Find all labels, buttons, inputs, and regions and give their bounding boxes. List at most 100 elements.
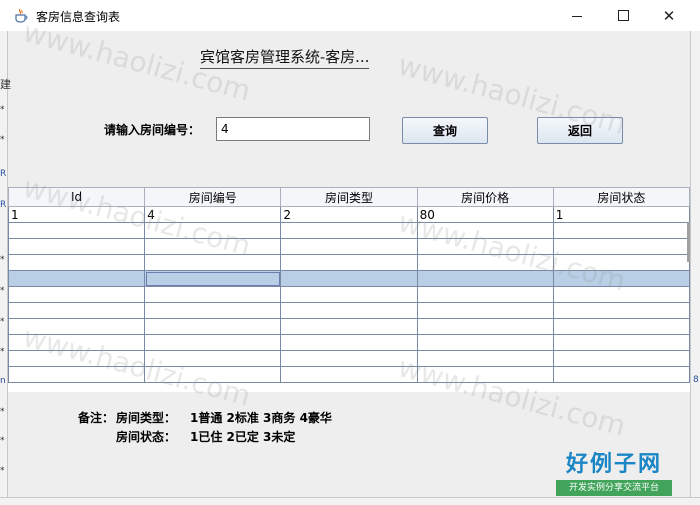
- table-cell[interactable]: [280, 286, 418, 303]
- maximize-button[interactable]: [600, 0, 646, 31]
- table-cell[interactable]: [8, 318, 146, 335]
- table-cell[interactable]: 80: [416, 206, 554, 223]
- table-cell[interactable]: [416, 222, 554, 239]
- table-cell[interactable]: [144, 254, 282, 271]
- edge-glyph: n: [0, 376, 6, 386]
- table-cell[interactable]: [280, 238, 418, 255]
- table-cell[interactable]: [8, 270, 146, 287]
- edge-glyph: *: [0, 105, 5, 115]
- table-cell[interactable]: [552, 222, 690, 239]
- room-type-legend: 1普通 2标准 3商务 4豪华: [190, 411, 332, 425]
- close-button[interactable]: ✕: [646, 0, 692, 31]
- column-header[interactable]: 房间类型: [280, 187, 418, 207]
- java-cup-icon: [15, 8, 28, 23]
- table-cell[interactable]: [144, 366, 282, 383]
- table-row[interactable]: [8, 286, 690, 303]
- table-cell[interactable]: [144, 302, 282, 319]
- table-cell[interactable]: [552, 302, 690, 319]
- edge-glyph: R: [0, 200, 7, 210]
- brand-name: 好例子网: [565, 452, 662, 477]
- table-cell[interactable]: [280, 222, 418, 239]
- column-header[interactable]: 房间价格: [416, 187, 554, 207]
- table-cell[interactable]: [144, 238, 282, 255]
- close-icon: ✕: [662, 6, 676, 25]
- table-cell[interactable]: [552, 366, 690, 383]
- table-cell[interactable]: [280, 318, 418, 335]
- minimize-button[interactable]: [554, 0, 600, 31]
- table-cell[interactable]: 2: [280, 206, 418, 223]
- back-button[interactable]: 返回: [537, 117, 623, 144]
- table-cell[interactable]: [280, 254, 418, 271]
- room-number-input[interactable]: [216, 117, 370, 141]
- table-cell[interactable]: 1: [8, 206, 146, 223]
- table-cell[interactable]: [144, 350, 282, 367]
- table-cell[interactable]: [144, 318, 282, 335]
- table-row[interactable]: 1 4 2 80 1: [8, 206, 690, 223]
- room-number-label: 请输入房间编号：: [104, 123, 201, 137]
- title-bar: 客房信息查询表 ✕: [0, 0, 700, 31]
- edge-glyph: *: [0, 135, 5, 145]
- background-window-right-edge: 8: [690, 31, 700, 505]
- table-cell[interactable]: [552, 238, 690, 255]
- table-cell[interactable]: [416, 302, 554, 319]
- table-cell[interactable]: [416, 366, 554, 383]
- table-row[interactable]: [8, 222, 690, 239]
- table-cell[interactable]: [416, 270, 554, 287]
- minimize-icon: [572, 16, 582, 17]
- table-cell[interactable]: [144, 286, 282, 303]
- table-cell[interactable]: [416, 334, 554, 351]
- table-cell[interactable]: [8, 286, 146, 303]
- table-cell[interactable]: [280, 302, 418, 319]
- table-row[interactable]: [8, 366, 690, 383]
- table-cell[interactable]: [552, 286, 690, 303]
- table-cell[interactable]: 4: [144, 206, 282, 223]
- table-row[interactable]: [8, 302, 690, 319]
- table-cell[interactable]: [416, 350, 554, 367]
- column-header[interactable]: Id: [8, 187, 146, 207]
- table-cell[interactable]: [8, 302, 146, 319]
- edge-glyph: *: [0, 407, 5, 417]
- table-row[interactable]: [8, 350, 690, 367]
- table-cell[interactable]: [280, 270, 418, 287]
- remark-label: 备注：: [78, 411, 115, 425]
- table-cell[interactable]: [8, 334, 146, 351]
- query-button[interactable]: 查询: [402, 117, 488, 144]
- table-cell[interactable]: [552, 254, 690, 271]
- table-cell[interactable]: [144, 270, 282, 287]
- table-row[interactable]: [8, 254, 690, 271]
- table-cell[interactable]: [8, 254, 146, 271]
- table-cell[interactable]: [8, 222, 146, 239]
- table-cell[interactable]: [552, 318, 690, 335]
- table-row[interactable]: [8, 334, 690, 351]
- table-cell[interactable]: 1: [552, 206, 690, 223]
- table-cell[interactable]: [552, 350, 690, 367]
- table-cell[interactable]: [552, 270, 690, 287]
- table-header-row: Id 房间编号 房间类型 房间价格 房间状态: [8, 187, 690, 207]
- brand-logo: 好例子网 开发实例分享交流平台: [556, 452, 672, 496]
- table-cell[interactable]: [280, 350, 418, 367]
- table-cell[interactable]: [416, 238, 554, 255]
- table-cell[interactable]: [8, 350, 146, 367]
- table-scrollbar[interactable]: [687, 222, 690, 262]
- table-row[interactable]: [8, 318, 690, 335]
- room-table[interactable]: Id 房间编号 房间类型 房间价格 房间状态 1 4 2 80 1: [8, 187, 690, 392]
- table-cell[interactable]: [8, 366, 146, 383]
- table-row[interactable]: [8, 238, 690, 255]
- edge-glyph: *: [0, 286, 5, 296]
- window-title: 客房信息查询表: [36, 10, 121, 24]
- table-cell[interactable]: [552, 334, 690, 351]
- background-window-left-edge: 建 * * R R * * * * n * * *: [0, 31, 11, 505]
- column-header[interactable]: 房间状态: [552, 187, 690, 207]
- table-cell[interactable]: [280, 334, 418, 351]
- room-type-legend-label: 房间类型：: [116, 411, 177, 425]
- edge-glyph: R: [0, 169, 7, 179]
- table-row[interactable]: [8, 270, 690, 287]
- column-header[interactable]: 房间编号: [144, 187, 282, 207]
- table-cell[interactable]: [8, 238, 146, 255]
- table-cell[interactable]: [416, 254, 554, 271]
- table-cell[interactable]: [416, 318, 554, 335]
- table-cell[interactable]: [280, 366, 418, 383]
- table-cell[interactable]: [144, 222, 282, 239]
- table-cell[interactable]: [416, 286, 554, 303]
- table-cell[interactable]: [144, 334, 282, 351]
